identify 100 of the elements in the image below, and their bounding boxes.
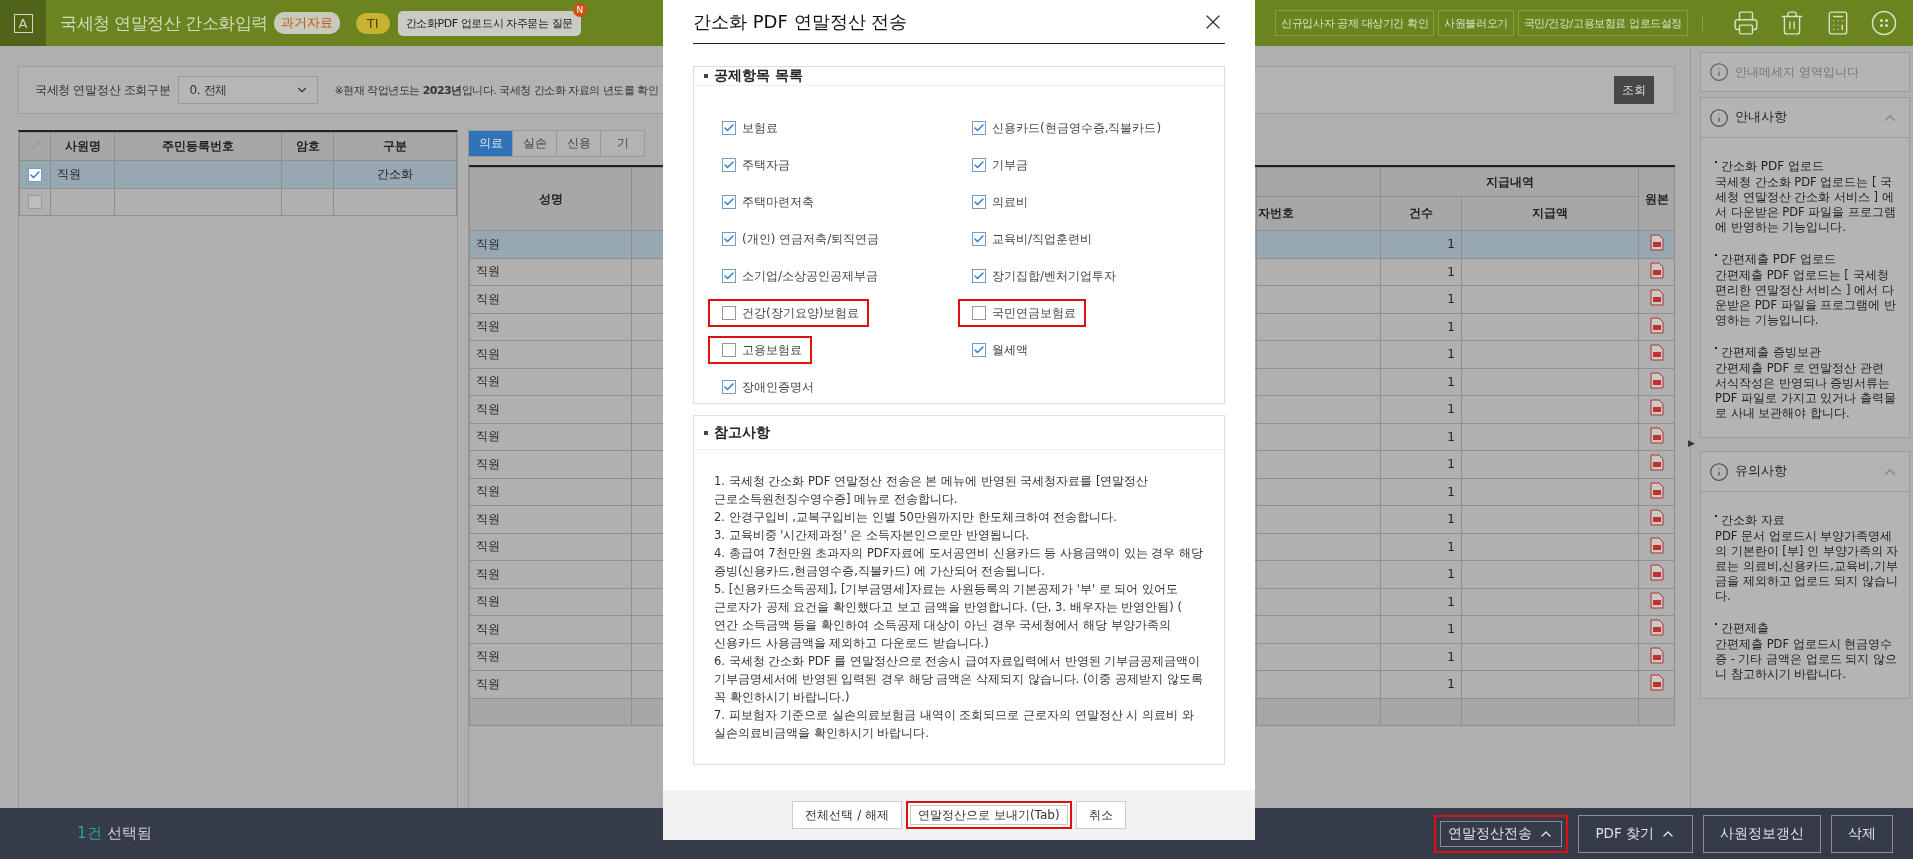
action-button[interactable]: 사원정보갱신 bbox=[1703, 814, 1821, 853]
checkbox[interactable] bbox=[722, 380, 736, 394]
pdf-file-icon[interactable] bbox=[1649, 536, 1664, 554]
pdf-file-icon[interactable] bbox=[1649, 619, 1664, 637]
message-text: 안내메세지 영역입니다 bbox=[1735, 63, 1859, 81]
category-tab[interactable]: 신용 bbox=[557, 130, 601, 157]
checkbox[interactable] bbox=[722, 269, 736, 283]
dialog-button[interactable]: 전체선택 / 해제 bbox=[792, 801, 903, 829]
checkbox[interactable] bbox=[722, 195, 736, 209]
table-cell: 직원 bbox=[476, 676, 500, 691]
pdf-file-icon[interactable] bbox=[1649, 316, 1664, 334]
pdf-file-icon[interactable] bbox=[1649, 509, 1664, 527]
section-text: PDF 문서 업로드시 부양가족명세의 기본란이 [부] 인 부양가족의 자료는 의료비,신용카드,교육비,기부금을 제외하고 업로드 되지 않습니다. bbox=[1715, 529, 1899, 604]
table-cell: 직원 bbox=[476, 264, 500, 279]
pdf-file-icon[interactable] bbox=[1649, 344, 1664, 362]
user-badge[interactable]: TI bbox=[355, 12, 390, 34]
panel-header[interactable]: 유의사항 bbox=[1701, 452, 1909, 492]
deduction-option[interactable]: 의료비 bbox=[958, 188, 1038, 216]
checkbox[interactable] bbox=[972, 232, 986, 246]
pdf-file-icon[interactable] bbox=[1649, 481, 1664, 499]
dots-circle-icon[interactable] bbox=[1871, 10, 1897, 36]
checkbox[interactable] bbox=[722, 121, 736, 135]
table-cell: 1 bbox=[1447, 594, 1455, 609]
bullet-icon bbox=[704, 74, 708, 78]
panel-header[interactable]: 안내사항 bbox=[1701, 98, 1909, 138]
category-tab[interactable]: 의료 bbox=[469, 130, 513, 157]
pdf-file-icon[interactable] bbox=[1649, 454, 1664, 472]
pdf-file-icon[interactable] bbox=[1649, 646, 1664, 664]
table-cell: 1 bbox=[1447, 237, 1455, 252]
table-cell: 직원 bbox=[476, 346, 500, 361]
filter-label: 국세청 연말정산 조회구분 bbox=[35, 82, 171, 98]
checkbox[interactable] bbox=[722, 158, 736, 172]
dialog-button[interactable]: 취소 bbox=[1075, 801, 1126, 829]
category-tab[interactable]: 기 bbox=[601, 130, 645, 157]
table-cell: 직원 bbox=[476, 594, 500, 609]
pdf-file-icon[interactable] bbox=[1649, 591, 1664, 609]
table-cell: 1 bbox=[1447, 347, 1455, 362]
table-cell: 직원 bbox=[476, 291, 500, 306]
table-row[interactable]: 직원 간소화 bbox=[19, 160, 457, 188]
print-icon[interactable] bbox=[1733, 10, 1759, 36]
pdf-file-icon[interactable] bbox=[1649, 674, 1664, 692]
table-header-cell: 구분 bbox=[333, 132, 457, 161]
section-text: 간편제출 PDF 로 연말정산 관련 서식작성은 반영되나 증빙서류는 PDF 파일로 가지고 있거나 출력물로 사내 보관해야 합니다. bbox=[1715, 361, 1898, 421]
app-logo[interactable]: A bbox=[13, 13, 33, 33]
note-text: 7. 피보험자 기준으로 실손의료보험금 내역이 조회되므로 근로자의 연말정산 시 의료비 와 실손의료비금액을 확인하시기 바랍니다. bbox=[714, 707, 1195, 742]
table-cell: 1 bbox=[1447, 677, 1455, 692]
pdf-file-icon[interactable] bbox=[1649, 426, 1664, 444]
checkbox[interactable] bbox=[972, 158, 986, 172]
action-button[interactable]: 연말정산전송 bbox=[1434, 814, 1569, 853]
pdf-file-icon[interactable] bbox=[1649, 564, 1664, 582]
table-cell: 직원 bbox=[476, 539, 500, 554]
category-tab[interactable]: 실손 bbox=[513, 130, 557, 157]
type-select[interactable]: 0. 전체 bbox=[178, 76, 319, 104]
checkbox[interactable] bbox=[722, 306, 736, 320]
pdf-file-icon[interactable] bbox=[1649, 234, 1664, 252]
checkbox[interactable] bbox=[28, 167, 42, 182]
pdf-file-icon[interactable] bbox=[1649, 399, 1664, 417]
checkbox[interactable] bbox=[972, 269, 986, 283]
deduction-option[interactable]: 고용보험료 bbox=[708, 336, 812, 364]
deduction-option[interactable]: 월세액 bbox=[958, 336, 1038, 364]
deduction-option[interactable]: 국민연금보험료 bbox=[958, 299, 1086, 327]
section-title: 참고사항 bbox=[714, 423, 770, 442]
deduction-option[interactable]: 신용카드(현금영수증,직불카드) bbox=[958, 114, 1172, 142]
deduction-option[interactable]: 보험료 bbox=[708, 114, 788, 142]
deduction-option[interactable]: 주택마련저축 bbox=[708, 188, 824, 216]
pdf-file-icon[interactable] bbox=[1649, 261, 1664, 279]
checkbox[interactable] bbox=[722, 343, 736, 357]
info-icon bbox=[1709, 62, 1729, 82]
checkbox[interactable] bbox=[972, 306, 986, 320]
checkbox[interactable] bbox=[972, 121, 986, 135]
table-cell: 1 bbox=[1447, 292, 1455, 307]
table-cell: 직원 bbox=[476, 236, 500, 251]
new-badge: N bbox=[572, 2, 587, 17]
section-heading: 간소화 PDF 업로드 bbox=[1715, 158, 1899, 175]
deduction-option[interactable]: 장애인증명서 bbox=[708, 373, 824, 401]
panel-title: 안내사항 bbox=[1735, 109, 1787, 126]
checkbox[interactable] bbox=[972, 195, 986, 209]
dialog-button[interactable]: 연말정산으로 보내기(Tab) bbox=[906, 801, 1072, 829]
collapse-handle-icon[interactable]: ▶ bbox=[1688, 438, 1695, 448]
checkbox[interactable] bbox=[28, 195, 42, 209]
checkbox[interactable] bbox=[722, 232, 736, 246]
note-text: 4. 총급여 7천만원 초과자의 PDF자료에 도서공연비 신용카드 등 사용금액이 있는 경우 해당 증빙(신용카드,현금영수증,직불카드) 에 가산되어 전송됩니다. bbox=[714, 545, 1204, 580]
deduction-option[interactable]: 건강(장기요양)보험료 bbox=[708, 299, 870, 327]
pdf-file-icon[interactable] bbox=[1649, 289, 1664, 307]
pdf-file-icon[interactable] bbox=[1649, 371, 1664, 389]
checkbox[interactable] bbox=[972, 343, 986, 357]
action-button[interactable]: PDF 찾기 bbox=[1578, 814, 1693, 853]
action-button[interactable]: 삭제 bbox=[1831, 814, 1893, 853]
table-cell: 1 bbox=[1447, 567, 1455, 582]
page-title: 국세청 연말정산 간소화입력 bbox=[60, 11, 268, 35]
table-header-cell: 암호 bbox=[281, 132, 334, 161]
selected-label: 선택됨 bbox=[106, 824, 152, 843]
notice-text: ※현재 작업년도는 2023년입니다. 국세청 간소화 자료의 년도를 확인 bbox=[334, 82, 659, 98]
table-cell: 1 bbox=[1447, 374, 1455, 389]
trash-icon[interactable] bbox=[1779, 10, 1805, 36]
search-button[interactable]: 조회 bbox=[1614, 76, 1654, 104]
deduction-option[interactable]: 주택자금 bbox=[708, 151, 800, 179]
section-text: 간편제출 PDF 업로드시 현금영수증 - 기타 금액은 업로드 되지 않으니 참고하시기 바랍니다. bbox=[1715, 637, 1899, 682]
table-cell: 1 bbox=[1447, 402, 1455, 417]
deduction-option[interactable]: 기부금 bbox=[958, 151, 1038, 179]
